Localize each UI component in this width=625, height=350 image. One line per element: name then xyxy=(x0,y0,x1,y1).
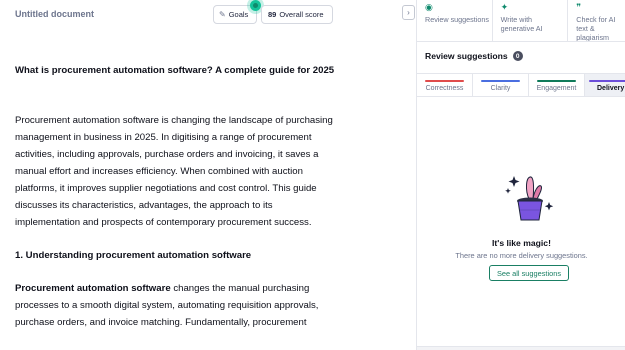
panel-bottom-bar xyxy=(417,346,625,350)
review-count-badge: 0 xyxy=(512,51,523,61)
goals-label: Goals xyxy=(228,10,249,19)
tab-clarity[interactable]: Clarity xyxy=(473,74,529,96)
empty-state-subtitle: There are no more delivery suggestions. xyxy=(455,251,588,260)
review-suggestions-header: Review suggestions 0 xyxy=(425,51,523,61)
tab-engagement[interactable]: Engagement xyxy=(529,74,585,96)
quote-icon: ❞ xyxy=(576,2,582,12)
tab-label: Clarity xyxy=(490,85,511,92)
tab-label: Delivery xyxy=(597,85,625,92)
tab-delivery[interactable]: Delivery xyxy=(585,74,625,96)
chevron-right-icon[interactable]: › xyxy=(402,5,415,20)
score-value: 89 xyxy=(268,10,277,19)
category-bar xyxy=(425,80,464,82)
tool-ai-plagiarism[interactable]: ❞ Check for AI text & plagiarism xyxy=(568,0,625,42)
category-tabs: Correctness Clarity Engagement Delivery xyxy=(417,73,625,97)
tab-label: Correctness xyxy=(425,85,464,92)
document-heading: What is procurement automation software?… xyxy=(15,65,335,76)
category-bar xyxy=(481,80,520,82)
tab-correctness[interactable]: Correctness xyxy=(417,74,473,96)
category-bar xyxy=(589,80,625,82)
sparkle-icon: ✦ xyxy=(500,2,509,12)
grammarly-icon: ◉ xyxy=(425,2,433,12)
tool-label: Write with generative AI xyxy=(500,15,543,33)
see-all-suggestions-button[interactable]: See all suggestions xyxy=(489,265,569,281)
category-bar xyxy=(537,80,576,82)
document-title[interactable]: Untitled document xyxy=(15,9,94,19)
tool-label: Review suggestions xyxy=(425,15,489,24)
document-area: Untitled document ✎ Goals 89 Overall sco… xyxy=(0,0,400,350)
section-heading: 1. Understanding procurement automation … xyxy=(15,250,252,261)
empty-state-title: It's like magic! xyxy=(492,238,551,248)
section-paragraph: Procurement automation software changes … xyxy=(15,280,335,331)
tab-label: Engagement xyxy=(536,85,577,92)
overall-score-button[interactable]: 89 Overall score xyxy=(261,5,333,24)
section-bold-text: Procurement automation software xyxy=(15,283,171,294)
review-title: Review suggestions xyxy=(425,51,508,61)
tool-label: Check for AI text & plagiarism xyxy=(576,15,616,41)
magic-hat-illustration xyxy=(505,176,554,221)
goals-indicator-dot xyxy=(250,0,261,11)
assistant-panel: ◉ Review suggestions ✦ Write with genera… xyxy=(416,0,625,350)
tool-generative-ai[interactable]: ✦ Write with generative AI xyxy=(493,0,569,41)
tool-tabs: ◉ Review suggestions ✦ Write with genera… xyxy=(417,0,625,42)
score-label: Overall score xyxy=(279,10,324,19)
goals-icon: ✎ xyxy=(219,10,226,19)
tool-review-suggestions[interactable]: ◉ Review suggestions xyxy=(417,0,493,41)
intro-paragraph: Procurement automation software is chang… xyxy=(15,115,333,228)
document-content[interactable]: What is procurement automation software?… xyxy=(15,62,335,331)
